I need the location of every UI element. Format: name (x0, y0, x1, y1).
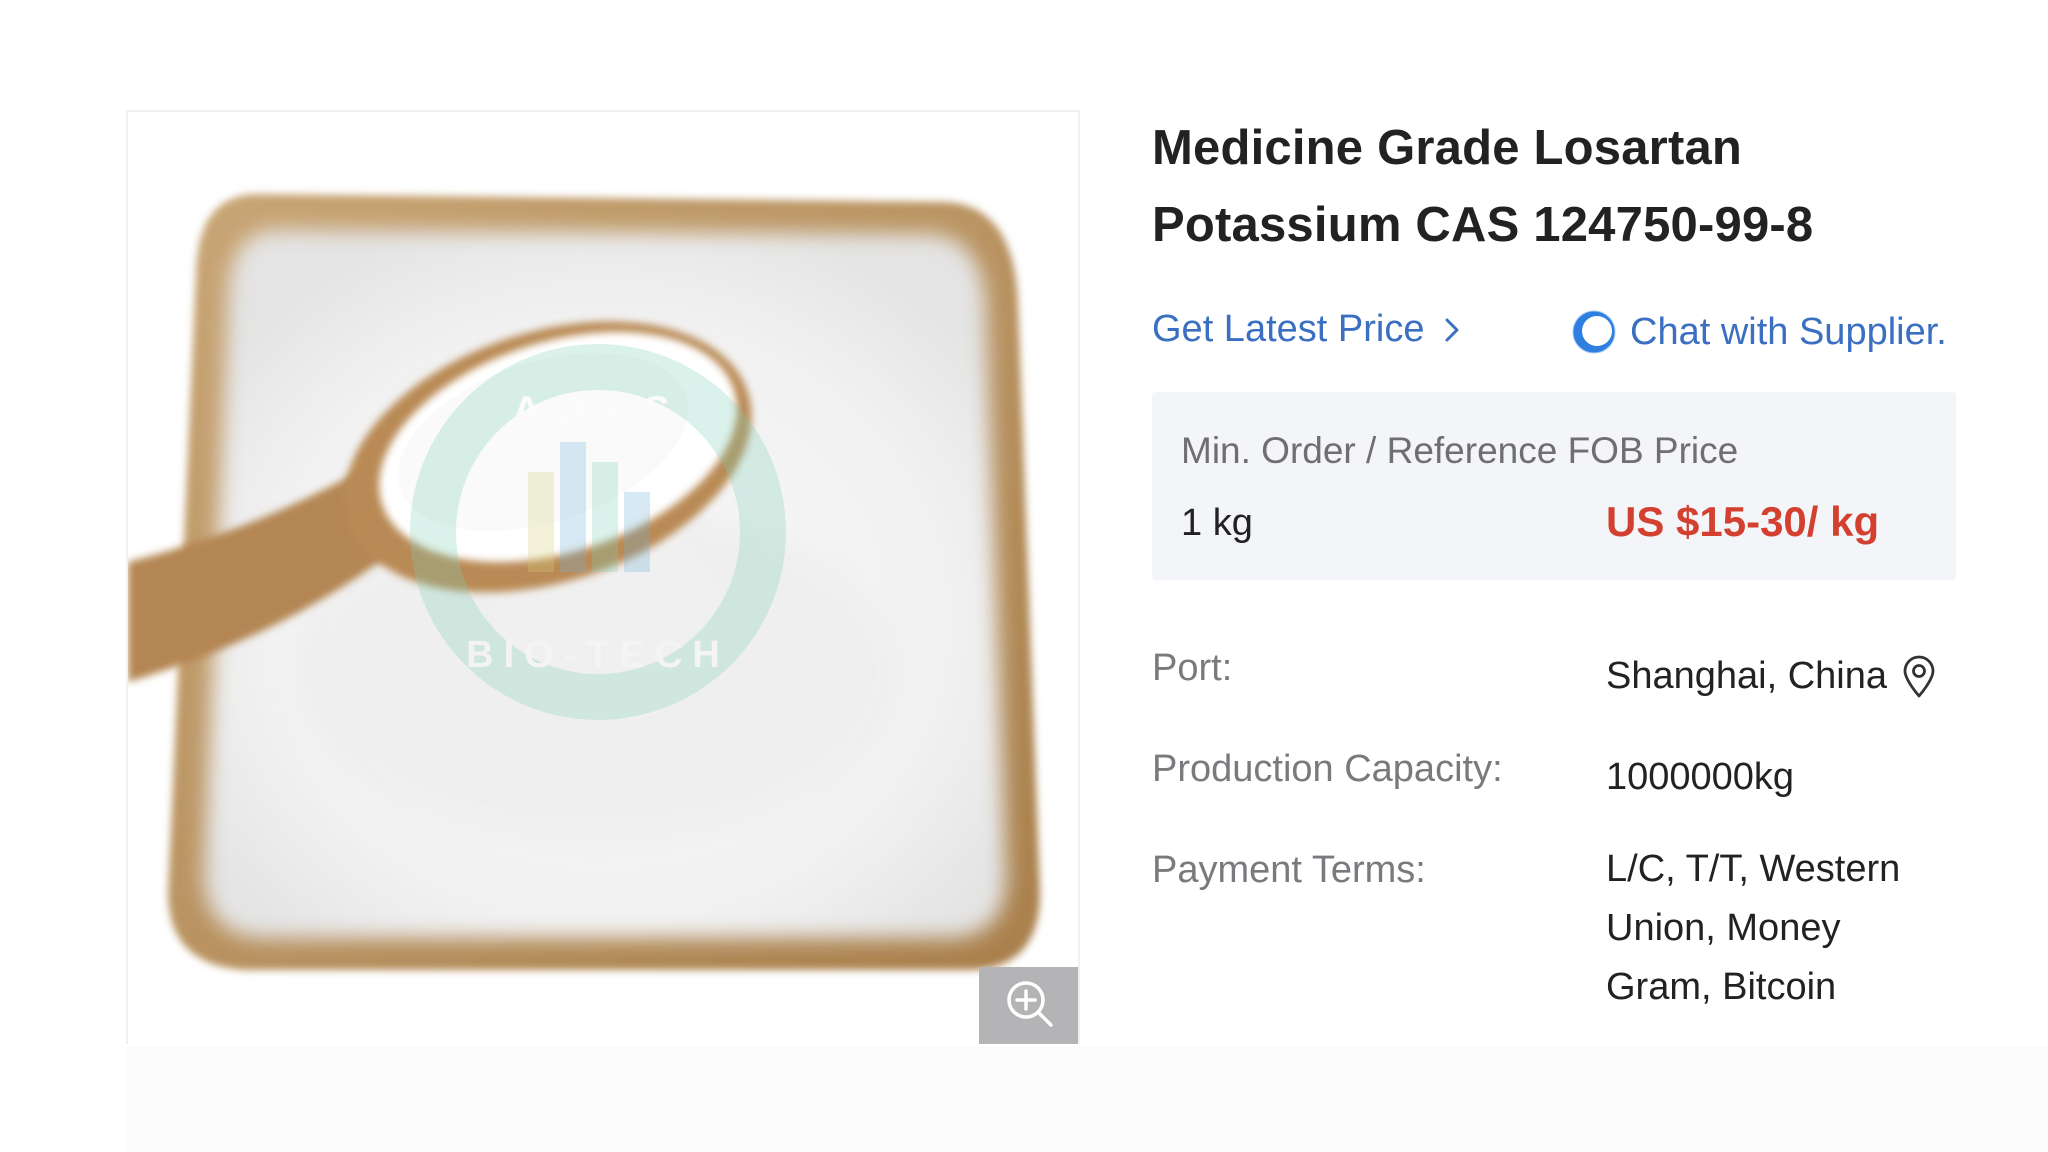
product-image-frame[interactable]: AOKS BIO-TECH (126, 110, 1080, 1044)
svg-text:BIO-TECH: BIO-TECH (466, 634, 730, 676)
spec-key-payment-terms: Payment Terms: (1152, 849, 1426, 891)
spec-value-port: Shanghai, China (1606, 647, 1946, 706)
fob-price-value: US $15-30/ kg (1606, 498, 1880, 545)
spec-key-port: Port: (1152, 647, 1233, 689)
page-bottom-band (126, 1046, 2048, 1152)
location-pin-icon[interactable] (1901, 655, 1937, 699)
zoom-in-icon (1004, 978, 1056, 1035)
price-box: Min. Order / Reference FOB Price 1 kg US… (1152, 392, 1956, 580)
get-latest-price-label: Get Latest Price (1152, 308, 1425, 350)
chat-with-supplier-label: Chat with Supplier. (1630, 310, 1947, 353)
port-value-text: Shanghai, China (1606, 655, 1887, 697)
get-latest-price-link[interactable]: Get Latest Price (1152, 308, 1460, 351)
chat-with-supplier-link[interactable]: Chat with Supplier. (1570, 308, 1947, 356)
zoom-button[interactable] (979, 967, 1078, 1044)
product-title: Medicine Grade Losartan Potassium CAS 12… (1152, 121, 1814, 252)
svg-text:AOKS: AOKS (512, 389, 684, 433)
action-links: Get Latest Price Chat with Supplier. (1152, 308, 1962, 364)
chevron-right-icon (1444, 316, 1460, 344)
chat-bubble-icon (1570, 308, 1618, 356)
spec-value-production-capacity: 1000000kg (1606, 756, 1795, 798)
min-order-value: 1 kg (1181, 502, 1253, 544)
product-photo: AOKS BIO-TECH (128, 112, 1078, 1044)
price-box-heading: Min. Order / Reference FOB Price (1181, 430, 1739, 471)
spec-key-production-capacity: Production Capacity: (1152, 748, 1503, 790)
spec-value-payment-terms: L/C, T/T, Western Union, Money Gram, Bit… (1606, 848, 1901, 1008)
